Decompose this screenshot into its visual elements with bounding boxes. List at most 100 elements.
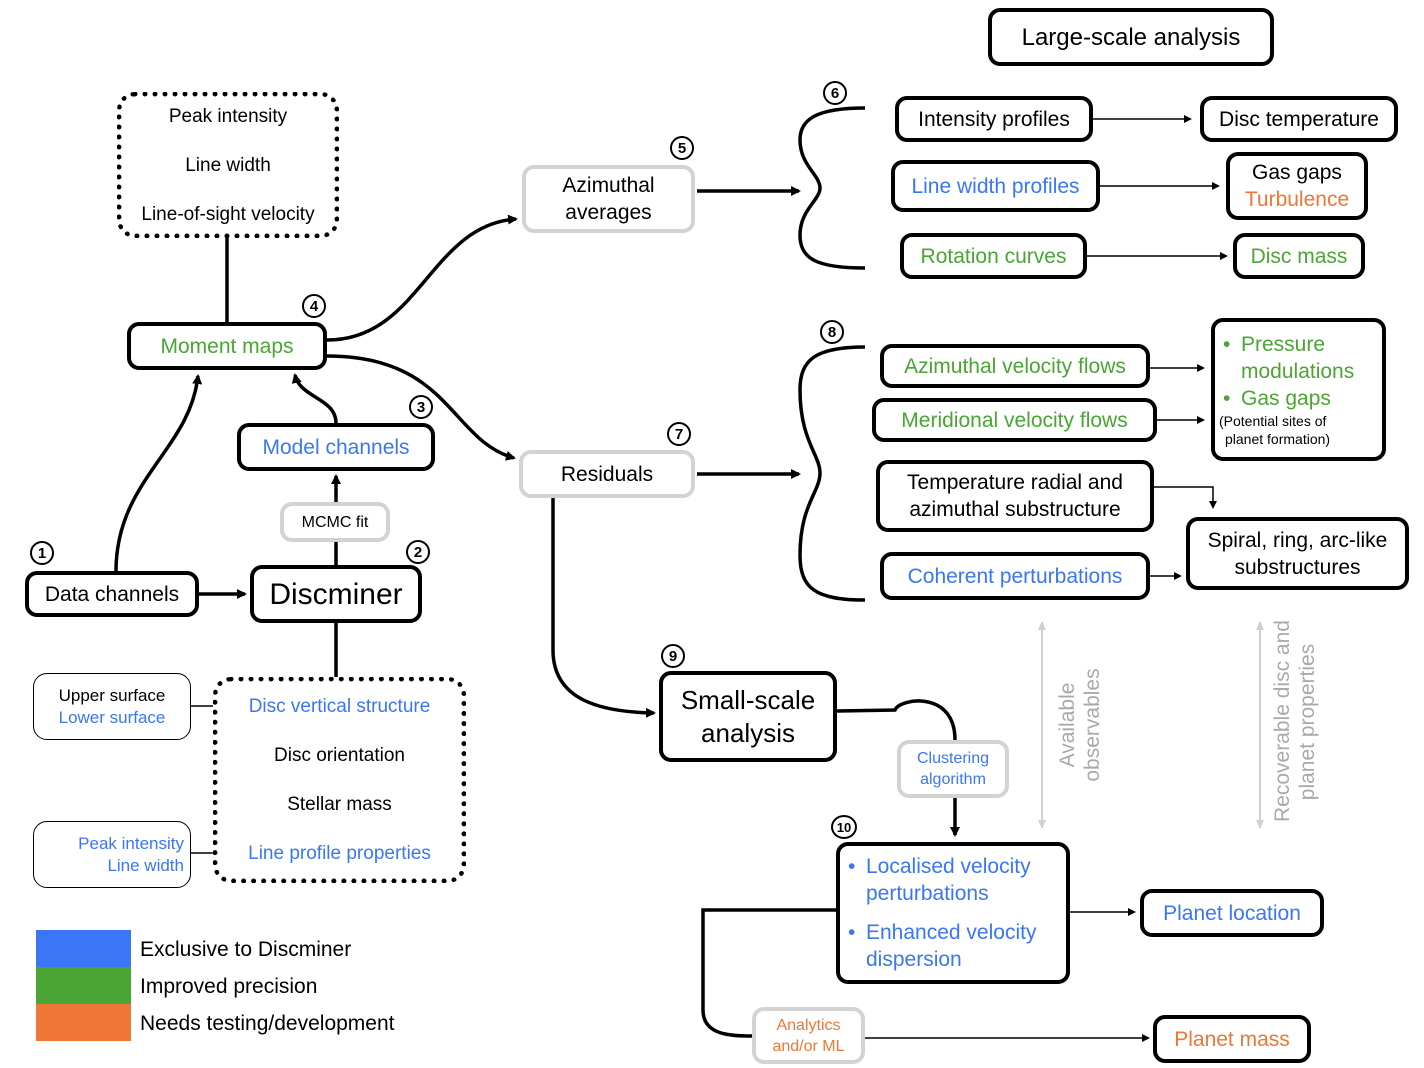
temperature-substructure-box: Temperature radial and azimuthal substruc… [876, 460, 1154, 532]
legend-swatch-exclusive [36, 930, 131, 967]
mcmc-fit-box: MCMC fit [280, 502, 390, 542]
line-props-box: Peak intensity Line width [33, 821, 191, 888]
label: and/or ML [772, 1037, 845, 1055]
meridional-flows-box: Meridional velocity flows [872, 398, 1157, 442]
connector [551, 498, 656, 718]
discminer-box: Discminer [250, 565, 422, 623]
legend-label: Improved precision [140, 975, 318, 998]
label: Gas gaps [1241, 387, 1331, 410]
label: Upper surface [58, 685, 166, 705]
diagram-canvas: Large-scale analysis Intensity profiles … [0, 0, 1424, 1068]
step-4: 4 [302, 294, 326, 318]
label: Enhanced velocity [866, 921, 1037, 944]
label: Model channels [262, 435, 410, 459]
label: Disc vertical structure [248, 696, 431, 717]
label: Line width [107, 855, 184, 875]
note: planet formation) [1225, 431, 1331, 447]
label: MCMC fit [301, 513, 369, 531]
residuals-box: Residuals [519, 450, 695, 498]
step-10: 10 [831, 815, 857, 839]
label: azimuthal substructure [909, 498, 1121, 521]
planet-location-box: Planet location [1140, 889, 1324, 937]
label: modulations [1241, 360, 1355, 383]
step-6: 6 [823, 81, 847, 105]
spiral-substructures-box: Spiral, ring, arc-like substructures [1186, 517, 1409, 590]
label: Line-of-sight velocity [141, 203, 315, 225]
localised-perturbations-box: • Localised velocity perturbations • Enhan… [836, 842, 1070, 984]
label: Moment maps [160, 334, 294, 358]
label: Turbulence [1244, 188, 1350, 211]
label: perturbations [866, 882, 989, 905]
available-observables-label: Available observables [1055, 625, 1105, 825]
step-1: 1 [30, 541, 54, 565]
disc-temperature-box: Disc temperature [1200, 96, 1398, 142]
label: Temperature radial and [907, 471, 1123, 494]
label: Rotation curves [920, 244, 1067, 268]
label: Line width [185, 154, 271, 176]
label: Planet mass [1174, 1027, 1290, 1051]
label: observables [1081, 668, 1104, 782]
label: Spiral, ring, arc-like [1207, 528, 1388, 552]
step-5: 5 [670, 136, 694, 160]
rotation-curves-box: Rotation curves [900, 233, 1087, 279]
connector [114, 374, 203, 572]
label: Localised velocity [866, 855, 1031, 878]
large-scale-analysis-box: Large-scale analysis [988, 8, 1274, 66]
connector [291, 373, 338, 424]
bullet: • [848, 855, 856, 878]
disc-mass-box: Disc mass [1233, 233, 1365, 279]
brace-6 [798, 106, 866, 270]
connector [1154, 486, 1217, 509]
label: Available [1056, 682, 1079, 768]
label: Lower surface [58, 707, 166, 727]
intensity-profiles-box: Intensity profiles [895, 96, 1093, 142]
pressure-gaps-box: • Pressure modulations • Gas gaps (Potenti… [1211, 318, 1386, 461]
label: Small-scale [680, 684, 816, 715]
disc-parameters-box: Disc vertical structure Disc orientation S… [213, 677, 466, 883]
label: Residuals [560, 462, 654, 486]
gas-gaps-turbulence-box: Gas gaps Turbulence [1226, 152, 1368, 220]
label: Disc temperature [1219, 107, 1379, 131]
legend-swatch-testing [36, 1004, 131, 1041]
recoverable-properties-label: Recoverable disc and planet properties [1270, 620, 1320, 822]
label: Disc mass [1250, 244, 1348, 268]
model-channels-box: Model channels [237, 423, 435, 471]
step-3: 3 [409, 395, 433, 419]
label: Intensity profiles [918, 107, 1070, 131]
label: Pressure [1241, 333, 1326, 356]
label: Line width profiles [911, 174, 1080, 198]
legend-label: Exclusive to Discminer [140, 938, 352, 961]
planet-mass-box: Planet mass [1153, 1015, 1311, 1063]
label: Stellar mass [287, 794, 392, 815]
step-8: 8 [820, 320, 844, 344]
connector [326, 214, 518, 342]
label: Data channels [44, 582, 180, 606]
surfaces-box: Upper surface Lower surface [33, 673, 191, 740]
label: Planet location [1163, 901, 1301, 925]
label: Coherent perturbations [907, 564, 1123, 588]
azimuthal-flows-box: Azimuthal velocity flows [880, 344, 1150, 388]
label: Large-scale analysis [1021, 23, 1241, 51]
note: (Potential sites of [1219, 413, 1327, 429]
label: Discminer [269, 577, 403, 611]
label: algorithm [920, 771, 986, 788]
brace-8 [798, 345, 866, 602]
small-scale-analysis-box: Small-scale analysis [659, 671, 837, 762]
analytics-ml-box: Analytics and/or ML [752, 1007, 865, 1064]
label: Clustering [916, 750, 990, 767]
step-2: 2 [406, 540, 430, 564]
legend-label: Needs testing/development [140, 1012, 395, 1035]
label: Analytics [776, 1016, 841, 1034]
label: planet properties [1296, 643, 1319, 801]
connector [836, 699, 957, 741]
label: Peak intensity [168, 105, 288, 127]
bullet: • [1223, 333, 1231, 356]
coherent-perturbations-box: Coherent perturbations [880, 552, 1150, 600]
label: Disc orientation [274, 745, 405, 766]
label: Line profile properties [248, 843, 431, 864]
label: Azimuthal [562, 174, 655, 197]
clustering-algorithm-box: Clustering algorithm [897, 740, 1009, 798]
label: dispersion [866, 948, 962, 971]
label: substructures [1234, 555, 1361, 579]
label: Azimuthal velocity flows [904, 354, 1126, 378]
